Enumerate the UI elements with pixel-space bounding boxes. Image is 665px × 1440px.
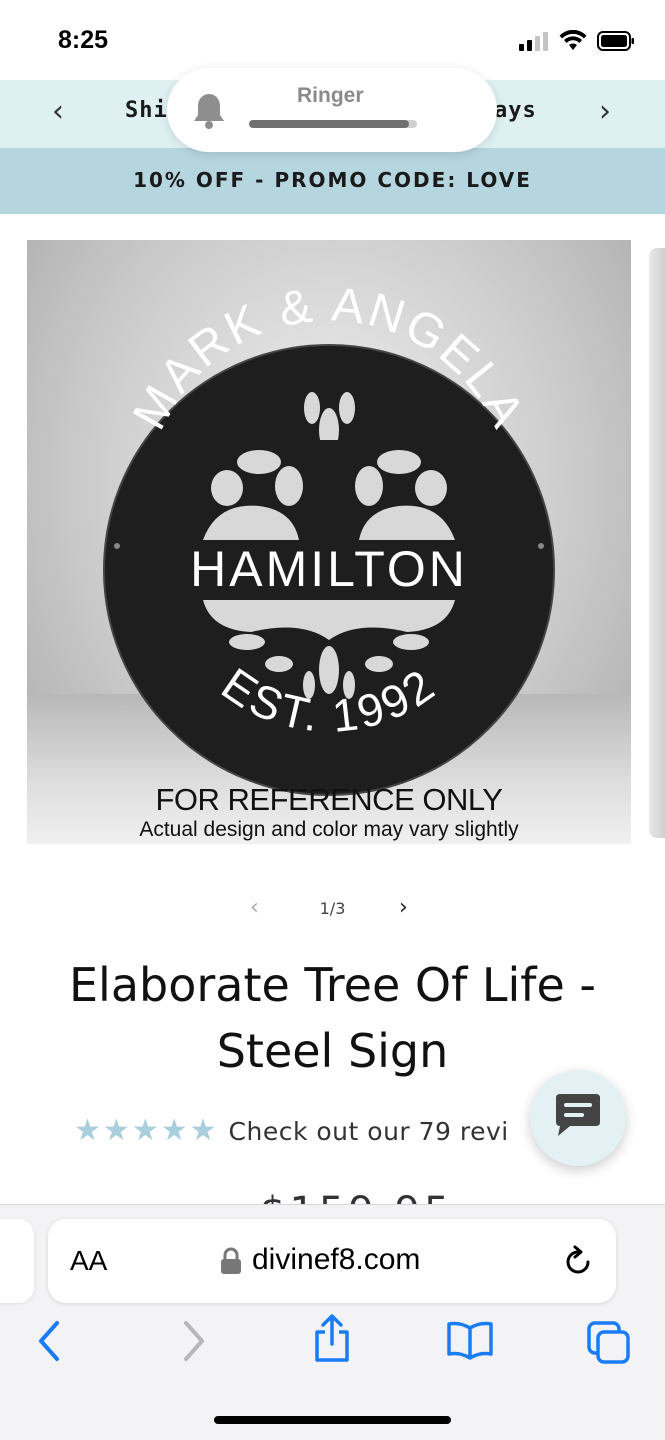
- reference-subnotice: Actual design and color may vary slightl…: [139, 818, 519, 841]
- star-icon: ★: [160, 1113, 188, 1148]
- status-time: 8:25: [58, 26, 109, 54]
- chat-icon: [556, 1094, 600, 1136]
- home-indicator: [214, 1416, 451, 1424]
- reload-icon[interactable]: [562, 1245, 594, 1277]
- ringer-volume-fill: [249, 120, 409, 128]
- url-domain: divinef8.com: [252, 1243, 421, 1276]
- product-gallery[interactable]: MARK & ANGELA HAMILTON EST. 1992 FOR REF…: [0, 240, 665, 844]
- ringer-hud: Ringer: [167, 68, 497, 152]
- gallery-counter: 1/3: [319, 899, 346, 918]
- forward-icon[interactable]: [181, 1320, 207, 1362]
- chat-button[interactable]: [530, 1070, 626, 1166]
- share-icon[interactable]: [312, 1314, 352, 1364]
- product-title: Elaborate Tree Of Life - Steel Sign: [30, 952, 635, 1084]
- previous-tab-peek[interactable]: [0, 1219, 34, 1303]
- announcement-text-left: Shi: [125, 98, 168, 123]
- star-icon: ★: [189, 1113, 217, 1148]
- address-bar[interactable]: AA divinef8.com: [48, 1219, 616, 1303]
- tabs-icon[interactable]: [586, 1320, 632, 1366]
- reader-aa-button[interactable]: AA: [70, 1245, 107, 1277]
- battery-icon: [597, 31, 634, 51]
- steel-sign-illustration: MARK & ANGELA HAMILTON EST. 1992: [103, 278, 555, 796]
- ringer-volume-track: [249, 120, 417, 128]
- star-icon: ★: [74, 1113, 101, 1148]
- product-title-line1: Elaborate Tree Of Life -: [68, 958, 597, 1012]
- product-image[interactable]: MARK & ANGELA HAMILTON EST. 1992 FOR REF…: [27, 240, 631, 844]
- gallery-pager: ‹ 1/3 ›: [0, 895, 665, 921]
- announcement-text-right: ays: [494, 98, 537, 123]
- wifi-icon: [559, 30, 587, 50]
- aa-label: AA: [70, 1245, 108, 1276]
- product-title-line2: Steel Sign: [216, 1024, 449, 1078]
- star-icon: ★: [102, 1113, 130, 1148]
- bell-icon: [194, 94, 224, 129]
- reference-notice: FOR REFERENCE ONLY: [155, 782, 503, 817]
- announcement-next-button[interactable]: ›: [599, 94, 611, 129]
- next-product-image-peek[interactable]: [649, 248, 665, 838]
- browser-toolbar: AA divinef8.com: [0, 1204, 665, 1440]
- browser-nav-toolbar: [0, 1314, 665, 1370]
- lock-icon: [221, 1247, 241, 1274]
- ringer-label: Ringer: [297, 84, 364, 107]
- rating-stars: ★ ★ ★ ★ ★: [74, 1116, 217, 1146]
- back-icon[interactable]: [36, 1320, 62, 1362]
- bookmarks-icon[interactable]: [446, 1320, 494, 1360]
- gallery-next-button[interactable]: ›: [399, 895, 408, 920]
- status-icons: [519, 30, 635, 52]
- product-reviews[interactable]: ★ ★ ★ ★ ★ Check out our 79 revi: [74, 1116, 509, 1146]
- promo-text: 10% OFF - PROMO CODE: LOVE: [133, 168, 532, 192]
- announcement-prev-button[interactable]: ‹: [52, 94, 64, 129]
- cellular-signal-icon: [519, 32, 548, 51]
- star-icon: ★: [131, 1113, 159, 1148]
- promo-bar: 10% OFF - PROMO CODE: LOVE: [0, 148, 665, 214]
- sign-center-text: HAMILTON: [190, 541, 468, 597]
- reviews-link[interactable]: Check out our 79 revi: [229, 1117, 509, 1146]
